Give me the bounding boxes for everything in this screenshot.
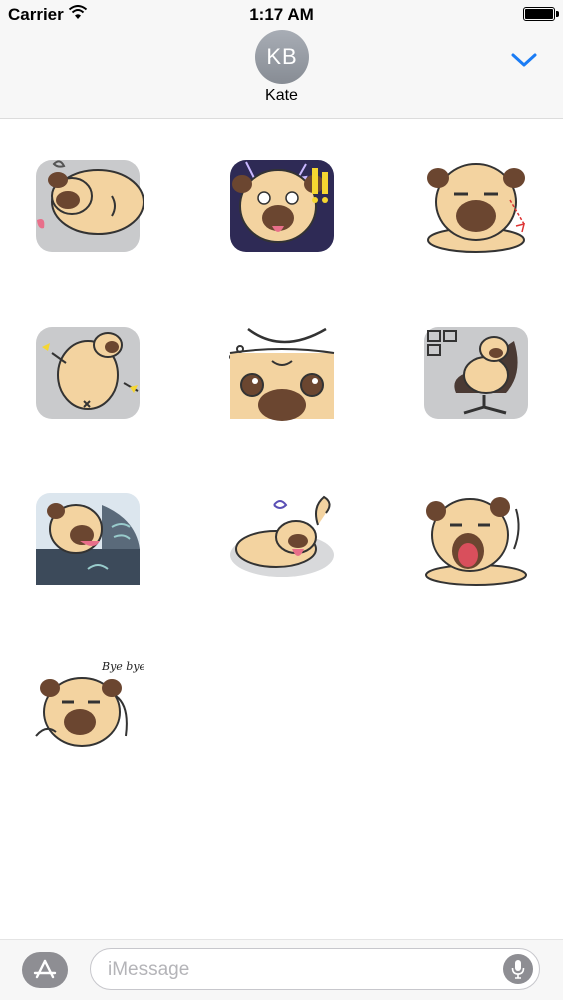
bye-bye-caption: Bye bye!	[101, 660, 144, 673]
bye-bye-pug-sticker[interactable]: Bye bye!	[32, 656, 144, 754]
office-chair-pug-sticker[interactable]	[420, 323, 532, 421]
yawning-pug-sticker[interactable]	[420, 489, 532, 587]
lying-pug-sticker[interactable]	[226, 489, 338, 587]
avatar[interactable]: KB	[255, 30, 309, 84]
app-store-button[interactable]	[22, 952, 68, 988]
contact-name[interactable]: Kate	[0, 87, 563, 105]
thinking-pug-sticker[interactable]	[226, 323, 338, 421]
car-window-pug-sticker[interactable]	[32, 489, 144, 587]
message-input-bar: iMessage	[0, 939, 563, 1000]
microphone-button[interactable]	[503, 954, 533, 984]
status-time: 1:17 AM	[249, 5, 314, 24]
battery-icon	[523, 7, 559, 21]
sleepy-pug-sticker[interactable]	[32, 156, 144, 254]
status-bar: Carrier 1:17 AM	[0, 0, 563, 30]
sticker-grid: Bye bye!	[0, 119, 563, 939]
shocked-pug-sticker[interactable]	[226, 156, 338, 254]
message-field[interactable]: iMessage	[90, 948, 540, 990]
microphone-icon	[511, 960, 525, 979]
conversation-header: KB Kate	[0, 30, 563, 119]
annoyed-pug-sticker[interactable]	[420, 156, 532, 254]
collapse-button[interactable]	[509, 48, 539, 72]
falling-pug-sticker[interactable]	[32, 323, 144, 421]
app-store-icon	[33, 959, 57, 979]
message-placeholder: iMessage	[108, 959, 190, 980]
chevron-down-icon	[511, 53, 537, 67]
